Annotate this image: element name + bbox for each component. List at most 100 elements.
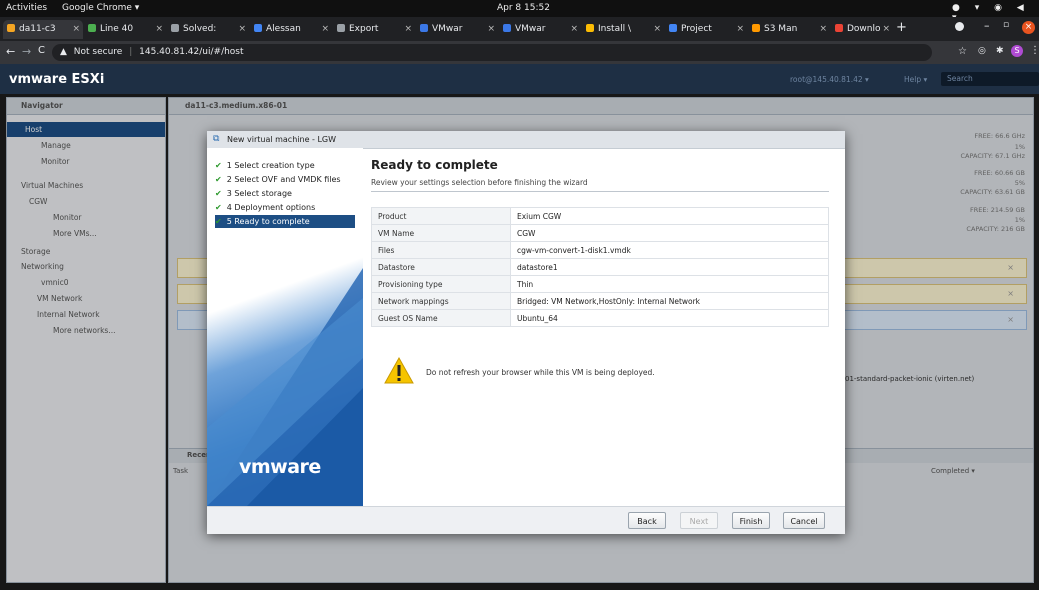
close-icon[interactable]: ×	[736, 20, 744, 39]
row-key: Datastore	[371, 258, 511, 276]
vm-icon: ⧉	[213, 134, 220, 144]
step-label: 4 Deployment options	[226, 203, 316, 212]
search-placeholder: Search	[947, 74, 973, 83]
summary-table: Product Exium CGW VM Name CGW Files cgw-vm-…	[371, 207, 829, 327]
close-icon[interactable]: ×	[155, 20, 163, 39]
row-value: Thin	[510, 275, 829, 293]
table-row: Guest OS Name Ubuntu_64	[371, 309, 829, 327]
back-icon[interactable]: ←	[6, 45, 15, 58]
step-label: 5 Ready to complete	[226, 217, 310, 226]
new-vm-wizard-dialog: ⧉ New virtual machine - LGW ✔ 1 Select cr…	[207, 131, 845, 534]
wizard-step[interactable]: ✔ 1 Select creation type	[215, 159, 355, 172]
close-icon[interactable]: ×	[882, 20, 890, 39]
close-icon[interactable]: ×	[72, 20, 80, 39]
check-icon: ✔	[215, 203, 222, 212]
maximize-icon[interactable]: ▫	[1003, 20, 1009, 30]
minimize-icon[interactable]: –	[984, 19, 990, 32]
tab-label: S3 Man	[764, 24, 798, 34]
tab-label: VMwar	[432, 24, 463, 34]
close-icon[interactable]: ×	[487, 20, 495, 39]
close-icon[interactable]: ×	[653, 20, 661, 39]
esxi-header: vmware ESXi root@145.40.81.42 ▾ Help ▾ S…	[0, 64, 1039, 94]
row-value: Exium CGW	[510, 207, 829, 225]
check-icon: ✔	[215, 217, 222, 226]
tab-0[interactable]: da11-c3 ×	[3, 20, 83, 39]
row-value: CGW	[510, 224, 829, 242]
step-label: 2 Select OVF and VMDK files	[226, 175, 341, 184]
tab-label: da11-c3	[19, 24, 56, 34]
clock[interactable]: Apr 8 15:52	[497, 3, 550, 13]
tab-label: Downlo	[847, 24, 881, 34]
tab-label: Solved:	[183, 24, 217, 34]
tab-4[interactable]: Export ×	[333, 20, 415, 39]
row-key: Provisioning type	[371, 275, 511, 293]
step-label: 1 Select creation type	[226, 161, 315, 170]
esxi-logo: vmware ESXi	[9, 72, 105, 87]
tab-favicon	[7, 24, 15, 32]
bookmark-star-icon[interactable]: ☆	[958, 46, 967, 57]
tab-10[interactable]: Downlo ×	[831, 20, 893, 39]
back-button[interactable]: Back	[628, 512, 666, 529]
app-menu[interactable]: Google Chrome ▾	[62, 3, 139, 13]
dialog-title: New virtual machine - LGW	[227, 135, 337, 144]
system-top-bar: Activities Google Chrome ▾ Apr 8 15:52 ●…	[0, 0, 1039, 23]
table-row: Network mappings Bridged: VM Network,Host…	[371, 292, 829, 310]
tab-9[interactable]: S3 Man ×	[748, 20, 830, 39]
tab-favicon	[171, 24, 179, 32]
deploy-warning-text: Do not refresh your browser while this V…	[426, 368, 655, 377]
divider	[371, 191, 829, 192]
activities-button[interactable]: Activities	[6, 3, 47, 13]
tab-5[interactable]: VMwar ×	[416, 20, 498, 39]
cancel-button[interactable]: Cancel	[783, 512, 825, 529]
close-icon[interactable]: ×	[238, 20, 246, 39]
row-key: Product	[371, 207, 511, 225]
page-title: Ready to complete	[371, 158, 498, 172]
url-bar[interactable]: ▲ Not secure | 145.40.81.42/ui/#/host	[52, 44, 932, 61]
tab-2[interactable]: Solved: ×	[167, 20, 249, 39]
menu-icon[interactable]: ⋮	[1030, 45, 1039, 56]
puzzle-icon[interactable]: ✱	[996, 46, 1004, 56]
user-menu[interactable]: root@145.40.81.42 ▾	[790, 75, 869, 84]
tab-label: Project	[681, 24, 712, 34]
tab-6[interactable]: VMwar ×	[499, 20, 581, 39]
search-input[interactable]: Search	[941, 72, 1039, 86]
tab-7[interactable]: Install \ ×	[582, 20, 664, 39]
extension-icon[interactable]: ◎	[978, 46, 986, 56]
step-label: 3 Select storage	[226, 189, 292, 198]
tab-3[interactable]: Alessan ×	[250, 20, 332, 39]
row-key: VM Name	[371, 224, 511, 242]
tab-favicon	[254, 24, 262, 32]
close-icon[interactable]: ×	[570, 20, 578, 39]
wizard-content: Ready to complete Review your settings s…	[371, 148, 837, 506]
close-icon[interactable]: ×	[321, 20, 329, 39]
row-key: Network mappings	[371, 292, 511, 310]
wizard-step[interactable]: ✔ 3 Select storage	[215, 187, 355, 200]
profile-icon[interactable]	[955, 22, 964, 31]
warning-icon	[384, 357, 414, 384]
wizard-step[interactable]: ✔ 2 Select OVF and VMDK files	[215, 173, 355, 186]
help-menu[interactable]: Help ▾	[904, 75, 927, 84]
reload-icon[interactable]: C	[38, 45, 45, 56]
tab-8[interactable]: Project ×	[665, 20, 747, 39]
finish-button[interactable]: Finish	[732, 512, 770, 529]
account-avatar[interactable]: S	[1011, 45, 1023, 57]
forward-icon[interactable]: →	[22, 45, 31, 58]
new-tab-icon[interactable]: +	[896, 20, 907, 35]
page-subtitle: Review your settings selection before fi…	[371, 178, 588, 187]
wizard-steps: ✔ 1 Select creation type ✔ 2 Select OVF an…	[207, 148, 363, 506]
wizard-step[interactable]: ✔ 4 Deployment options	[215, 201, 355, 214]
check-icon: ✔	[215, 161, 222, 170]
tab-favicon	[88, 24, 96, 32]
dialog-titlebar: ⧉ New virtual machine - LGW	[207, 131, 845, 149]
dialog-footer: Back Next Finish Cancel	[207, 506, 845, 534]
next-button[interactable]: Next	[680, 512, 718, 529]
table-row: Datastore datastore1	[371, 258, 829, 276]
close-icon[interactable]: ×	[404, 20, 412, 39]
row-value: Bridged: VM Network,HostOnly: Internal N…	[510, 292, 829, 310]
close-icon[interactable]: ×	[819, 20, 827, 39]
tab-favicon	[835, 24, 843, 32]
tab-favicon	[669, 24, 677, 32]
window-close-icon[interactable]: ×	[1022, 21, 1035, 34]
tab-1[interactable]: Line 40 ×	[84, 20, 166, 39]
wizard-step-current[interactable]: ✔ 5 Ready to complete	[215, 215, 355, 228]
